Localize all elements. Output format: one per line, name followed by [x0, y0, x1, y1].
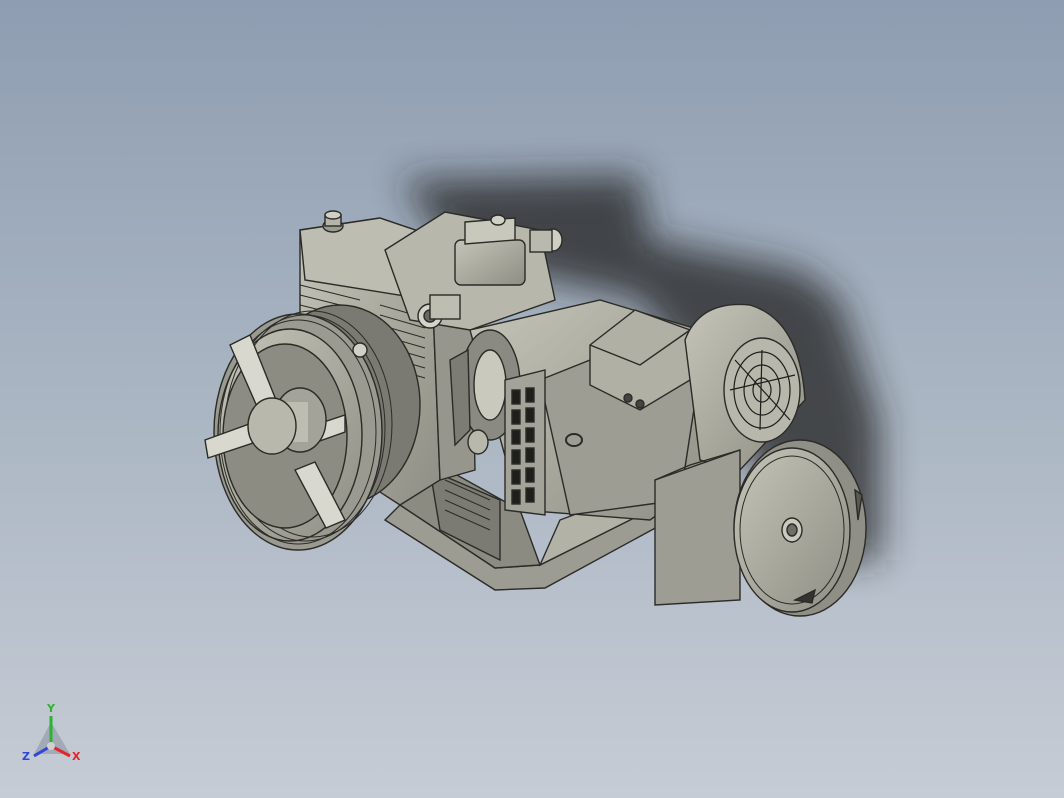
- triad-y-label: Y: [46, 702, 56, 715]
- triad-x-label: X: [72, 750, 81, 763]
- triad-origin: [47, 742, 55, 750]
- cad-graphics-viewport[interactable]: Y X Z: [0, 0, 1064, 798]
- belt-pulley: [204, 304, 421, 551]
- view-orientation-triad[interactable]: Y X Z: [20, 702, 86, 768]
- compressor-assembly-model[interactable]: [0, 0, 1064, 798]
- triad-z-label: Z: [22, 750, 30, 763]
- motor-flywheel: [733, 439, 867, 617]
